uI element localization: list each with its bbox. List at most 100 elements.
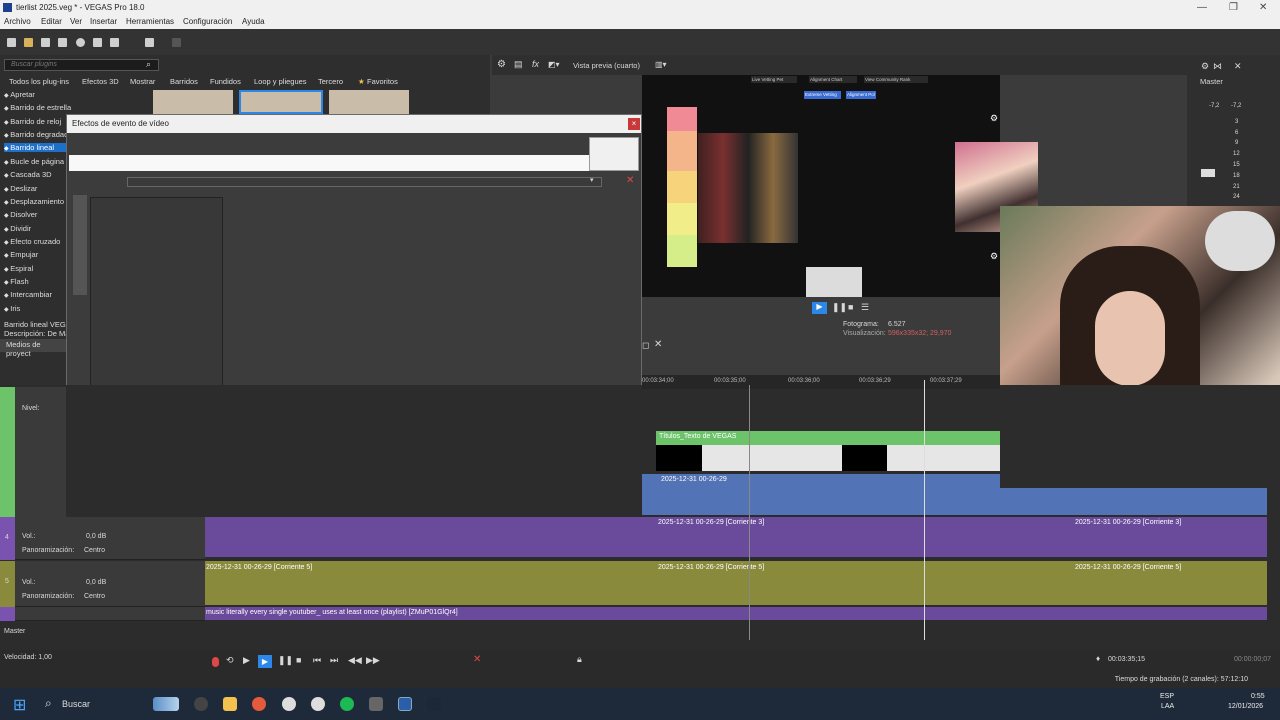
spotify-icon[interactable]: [340, 697, 354, 711]
pan-value[interactable]: Centro: [84, 593, 105, 600]
stop-icon[interactable]: ■: [296, 655, 301, 665]
master-fader[interactable]: [1201, 169, 1215, 177]
tab-3d-effects[interactable]: Efectos 3D: [82, 77, 119, 86]
gear-icon[interactable]: ⚙: [990, 251, 998, 262]
tab-third-party[interactable]: Tercero: [318, 77, 343, 86]
stop-icon[interactable]: ■: [848, 302, 853, 312]
clock-date[interactable]: 12/01/2026: [1228, 703, 1263, 710]
cut-icon[interactable]: [93, 38, 102, 47]
tab-favorites[interactable]: Favoritos: [367, 77, 398, 86]
video-clip-header[interactable]: 2025-12-31 00-26-29: [642, 474, 1000, 488]
save-icon[interactable]: [41, 38, 50, 47]
playhead-cursor[interactable]: [924, 380, 925, 640]
plugin-item[interactable]: ◆ Espiral: [4, 264, 33, 273]
widgets-icon[interactable]: [153, 697, 179, 711]
pause-icon[interactable]: ❚❚: [278, 655, 293, 666]
loop-icon[interactable]: ⟲: [226, 655, 234, 666]
go-end-icon[interactable]: ⏭: [330, 655, 338, 666]
plugin-item[interactable]: ◆ Barrido degradado: [4, 130, 72, 139]
plugin-item-selected[interactable]: ◆ Barrido lineal: [4, 143, 67, 152]
play-from-start-icon[interactable]: ▶: [243, 655, 250, 666]
tab-fades[interactable]: Fundidos: [210, 77, 241, 86]
audio-clip-stream5[interactable]: 2025-12-31 00-26-29 [Corriente 5] 2025-1…: [205, 561, 1267, 605]
taskbar-search[interactable]: Buscar: [62, 699, 90, 709]
vol-value[interactable]: 0,0 dB: [86, 533, 106, 540]
plugin-item[interactable]: ◆ Empujar: [4, 250, 38, 259]
lang-1[interactable]: ESP: [1160, 693, 1174, 700]
properties-icon[interactable]: ▤: [514, 59, 523, 70]
tab-show[interactable]: Mostrar: [130, 77, 155, 86]
fx-scrollbar[interactable]: [73, 195, 87, 295]
chrome-icon[interactable]: [252, 697, 266, 711]
delete-preset-icon[interactable]: ✕: [626, 175, 634, 186]
menu-insertar[interactable]: Insertar: [90, 17, 117, 26]
lock-icon[interactable]: 🔒︎: [577, 654, 582, 665]
plugin-item[interactable]: ◆ Bucle de página: [4, 157, 64, 166]
windows-start-icon[interactable]: ⊞: [13, 695, 26, 715]
wipe-thumbnail[interactable]: [153, 90, 233, 114]
github-icon[interactable]: [194, 697, 208, 711]
menu-ayuda[interactable]: Ayuda: [242, 17, 265, 26]
split-screen-icon[interactable]: ◩▾: [548, 60, 560, 69]
minimize-icon[interactable]: —: [1197, 2, 1207, 13]
close-icon[interactable]: ✕: [654, 339, 662, 350]
delete-icon[interactable]: ✕: [473, 654, 481, 665]
downmix-icon[interactable]: ⋈: [1213, 61, 1222, 72]
timeline-ruler[interactable]: 00:03:34;00 00:03:35;00 00:03:36;00 00:0…: [642, 375, 1000, 389]
menu-archivo[interactable]: Archivo: [4, 17, 31, 26]
open-folder-icon[interactable]: [24, 38, 33, 47]
app-icon[interactable]: [369, 697, 383, 711]
redo-icon[interactable]: [172, 38, 181, 47]
video-clip-body[interactable]: [642, 488, 1267, 515]
close-icon[interactable]: ✕: [1234, 61, 1242, 72]
fx-icon[interactable]: fx: [532, 59, 539, 69]
menu-icon[interactable]: ☰: [861, 302, 869, 313]
gear-icon[interactable]: ⚙: [990, 113, 998, 124]
dialog-close-button[interactable]: ×: [628, 118, 640, 130]
close-icon[interactable]: ✕: [1259, 2, 1267, 13]
gear-icon[interactable]: [76, 38, 85, 47]
tab-wipes[interactable]: Barridos: [170, 77, 198, 86]
titles-clip-body[interactable]: [656, 445, 1000, 471]
copy-icon[interactable]: [110, 38, 119, 47]
pause-icon[interactable]: ❚❚: [832, 302, 847, 313]
tab-all-plugins[interactable]: Todos los plug-ins: [9, 77, 69, 86]
next-frame-icon[interactable]: ▶▶: [366, 655, 380, 666]
prev-frame-icon[interactable]: ◀◀: [348, 655, 362, 666]
plugin-search-input[interactable]: Buscar plugins: [4, 59, 159, 71]
plugin-item[interactable]: ◆ Deslizar: [4, 184, 37, 193]
gear-icon[interactable]: ⚙: [1201, 61, 1209, 72]
fx-chain-buttons[interactable]: [589, 137, 639, 171]
preview-quality-select[interactable]: Vista previa (cuarto): [573, 61, 640, 70]
maximize-icon[interactable]: ◻: [642, 340, 649, 351]
play-button[interactable]: ▶: [258, 655, 272, 668]
plugin-item[interactable]: ◆ Efecto cruzado: [4, 237, 60, 246]
go-start-icon[interactable]: ⏮: [313, 655, 321, 666]
cursor-time[interactable]: 00:03:35;15: [1108, 656, 1145, 663]
clock-time[interactable]: 0:55: [1251, 693, 1265, 700]
obs-icon[interactable]: [282, 697, 296, 711]
plugin-item[interactable]: ◆ Desplazamiento: [4, 197, 64, 206]
search-icon[interactable]: ⌕: [45, 696, 52, 711]
new-file-icon[interactable]: [7, 38, 16, 47]
music-clip[interactable]: music literally every single youtuber_ u…: [205, 607, 1267, 620]
undo-icon[interactable]: [145, 38, 154, 47]
preset-dropdown[interactable]: [127, 177, 602, 187]
menu-herramientas[interactable]: Herramientas: [126, 17, 174, 26]
tab-project-media[interactable]: Medios de proyect: [0, 339, 66, 358]
plugin-item[interactable]: ◆ Cascada 3D: [4, 170, 52, 179]
search-icon[interactable]: ⌕: [146, 59, 151, 70]
tab-loops[interactable]: Loop y pliegues: [254, 77, 307, 86]
plugin-item[interactable]: ◆ Intercambiar: [4, 290, 52, 299]
gear-icon[interactable]: ⚙: [497, 59, 506, 70]
menu-configuracion[interactable]: Configuración: [183, 17, 232, 26]
steam-icon[interactable]: [427, 697, 441, 711]
menu-ver[interactable]: Ver: [70, 17, 82, 26]
vegas-taskbar-icon[interactable]: [398, 697, 412, 711]
plugin-item[interactable]: ◆ Dividir: [4, 224, 31, 233]
record-icon[interactable]: [212, 657, 219, 667]
chevron-down-icon[interactable]: ▾: [590, 176, 594, 184]
plugin-item[interactable]: ◆ Iris: [4, 304, 20, 313]
plugin-item[interactable]: ◆ Apretar: [4, 90, 35, 99]
wipe-thumbnail[interactable]: [329, 90, 409, 114]
